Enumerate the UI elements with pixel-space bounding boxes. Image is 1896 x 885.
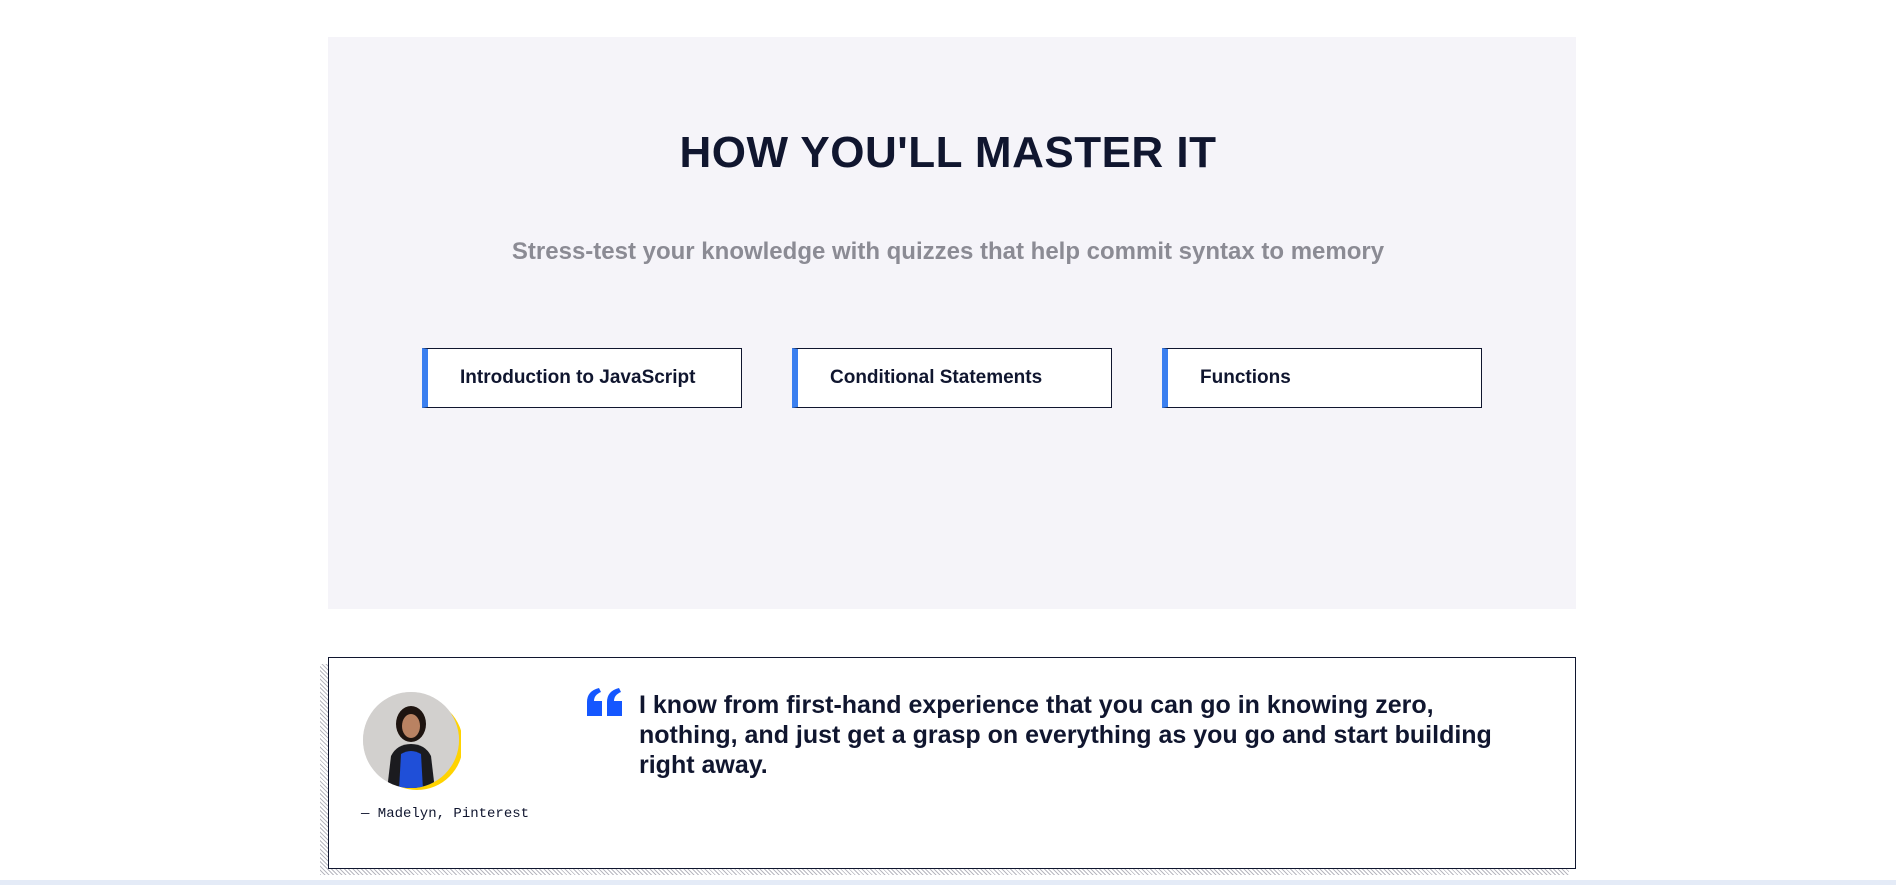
testimonial-card: — Madelyn, Pinterest I know from first-h…	[328, 657, 1576, 869]
quiz-label: Functions	[1200, 367, 1291, 388]
quiz-label: Introduction to JavaScript	[460, 367, 696, 388]
quote-mark-icon	[587, 688, 622, 716]
mastery-section	[328, 37, 1576, 609]
quiz-card-introduction-to-javascript[interactable]: Introduction to JavaScript	[422, 348, 742, 408]
quiz-label: Conditional Statements	[830, 367, 1043, 388]
avatar	[363, 692, 461, 790]
section-subtitle: Stress-test your knowledge with quizzes …	[511, 238, 1385, 265]
section-title: HOW YOU'LL MASTER IT	[679, 128, 1217, 177]
bottom-edge	[0, 880, 1896, 885]
testimonial-quote: I know from first-hand experience that y…	[639, 691, 1492, 779]
testimonial-author: — Madelyn, Pinterest	[361, 806, 530, 822]
quiz-card-conditional-statements[interactable]: Conditional Statements	[792, 348, 1112, 408]
quiz-card-functions[interactable]: Functions	[1162, 348, 1482, 408]
